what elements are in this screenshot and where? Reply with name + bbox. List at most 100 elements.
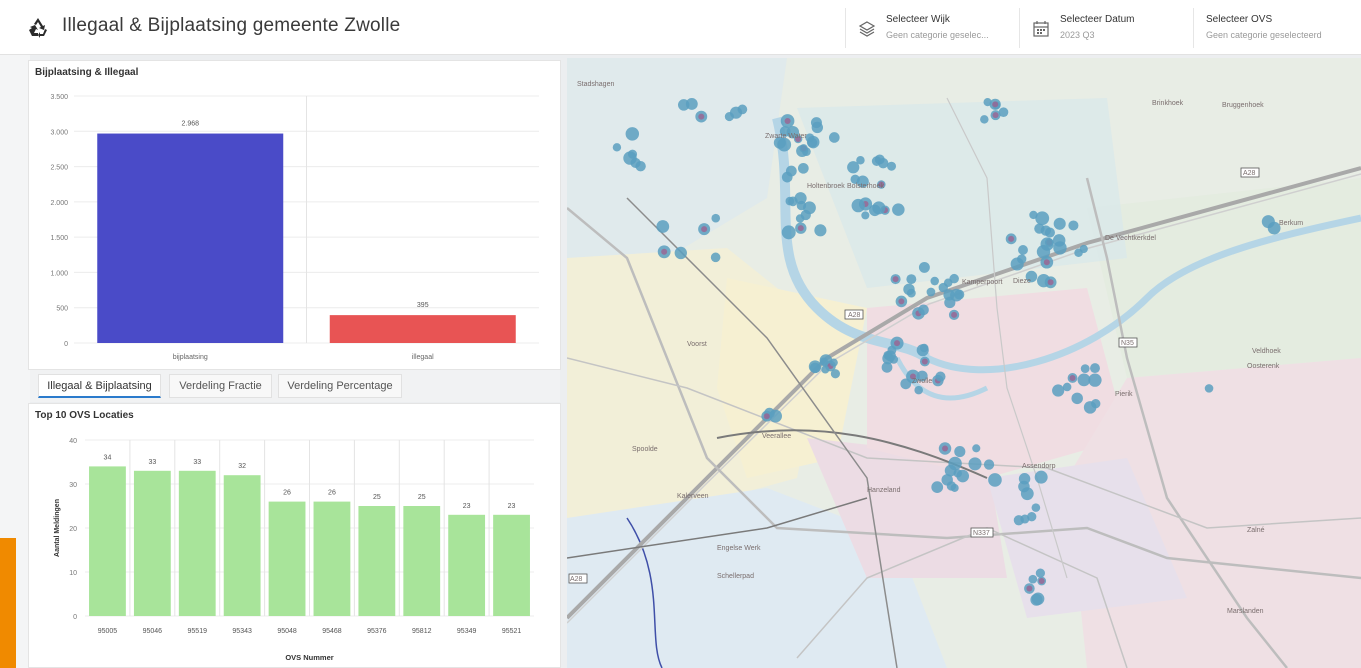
y-tick-label: 1.000 (50, 270, 68, 277)
hotspot-core (951, 311, 958, 318)
y-tick-label: 40 (69, 438, 77, 445)
hotspot-marker (889, 355, 899, 364)
ovs-selector[interactable]: Selecteer OVS Geen categorie geselecteer… (1193, 8, 1361, 48)
data-label: 33 (148, 459, 156, 466)
hotspot-marker (1074, 248, 1083, 258)
hotspot-marker (856, 155, 865, 165)
hotspot-marker (811, 121, 823, 134)
calendar-icon (1033, 21, 1049, 37)
hotspot-marker (988, 473, 1002, 487)
hotspot-core (661, 248, 668, 255)
app-title: Illegaal & Bijplaatsing gemeente Zwolle (62, 15, 401, 36)
map-label: N337 (973, 530, 990, 537)
top10-ovs-chart: 0 10 20 30 40 34 95005 33 95046 33 95519 32 95343 26 9… (54, 438, 534, 662)
layers-icon (858, 21, 876, 37)
map-label: Zalné (1247, 527, 1265, 534)
y-tick-label: 3.000 (50, 129, 68, 136)
accent-tab (0, 538, 16, 668)
map-label: Berkum (1279, 220, 1303, 227)
hotspot-core (763, 413, 770, 420)
x-tick-label: illegaal (412, 354, 434, 361)
recycle-icon (29, 18, 47, 38)
data-label: 33 (193, 459, 201, 466)
hotspot-marker (914, 385, 923, 395)
x-tick-label: 95349 (457, 628, 477, 635)
map-view[interactable]: Stadshagen Brinkhoek Bruggenhoek A28 Bolster… (567, 58, 1361, 668)
tab-verdeling-percentage[interactable]: Verdeling Percentage (278, 374, 402, 398)
hotspot-marker (1018, 244, 1028, 255)
hotspot-marker (729, 106, 743, 119)
hotspot-marker (900, 378, 912, 390)
map-label: Dieze (1013, 278, 1031, 285)
hotspot-marker (1018, 473, 1031, 485)
hotspot-marker (943, 289, 955, 301)
x-tick-label: 95048 (277, 628, 297, 635)
map-label: Marslanden (1227, 608, 1264, 615)
tab-verdeling-fractie[interactable]: Verdeling Fractie (169, 374, 272, 398)
y-tick-label: 3.500 (50, 94, 68, 101)
map-label: Oosterenk (1247, 363, 1280, 370)
bar-95005 (89, 466, 126, 616)
wijk-selector[interactable]: Selecteer Wijk Geen categorie geselec... (845, 8, 1017, 48)
hotspot-core (1047, 279, 1054, 286)
map-label: Zwolle (912, 378, 932, 385)
hotspot-marker (625, 127, 640, 141)
map-label: Kamperpoort (962, 279, 1003, 286)
hotspot-marker (1077, 373, 1091, 387)
bar-95046 (133, 470, 171, 616)
hotspot-marker (781, 225, 796, 240)
ovs-selector-value: Geen categorie geselecteerd (1206, 30, 1322, 40)
map-canvas[interactable]: Stadshagen Brinkhoek Bruggenhoek A28 Bolster… (567, 58, 1361, 668)
hotspot-marker (931, 481, 944, 494)
hotspot-marker (1031, 592, 1045, 606)
x-tick-label: 95343 (232, 628, 252, 635)
hotspot-marker (954, 289, 965, 300)
tab-illegaal-bijplaatsing[interactable]: Illegaal & Bijplaatsing (38, 374, 161, 398)
map-label: Voorst (687, 341, 707, 348)
map-label: A28 (1243, 170, 1256, 177)
y-axis-title: Aantal Meldingen (54, 499, 61, 557)
hotspot-marker (1053, 217, 1066, 230)
hotspot-core (992, 112, 999, 119)
datum-selector[interactable]: Selecteer Datum 2023 Q3 (1019, 8, 1191, 48)
hotspot-marker (918, 261, 930, 273)
hotspot-core (1026, 585, 1033, 592)
top10-ovs-card: Top 10 OVS Locaties 0 10 20 30 40 34 95005 33 95… (28, 403, 561, 668)
bar-bijplaatsing (97, 133, 284, 343)
hotspot-core (894, 340, 901, 347)
hotspot-marker (1261, 215, 1275, 229)
hotspot-marker (1020, 514, 1030, 524)
bar-95812 (403, 506, 441, 616)
hotspot-marker (983, 459, 995, 470)
hotspot-core (1038, 578, 1045, 585)
hotspot-marker (1080, 364, 1090, 373)
map-label: Kalerveen (677, 493, 709, 500)
bar-95376 (358, 506, 396, 616)
map-label: Bolsterhoek (847, 183, 884, 190)
hotspot-marker (821, 365, 830, 374)
hotspot-marker (1028, 574, 1038, 584)
hotspot-marker (685, 98, 698, 110)
hotspot-marker (828, 132, 840, 143)
hotspot-marker (1020, 487, 1034, 501)
hotspot-marker (674, 246, 687, 260)
map-label: Schellerpad (717, 573, 754, 580)
data-label: 25 (418, 494, 426, 501)
hotspot-marker (1052, 234, 1066, 247)
hotspot-core (898, 298, 905, 305)
x-axis-title: OVS Nummer (285, 653, 333, 662)
bar-95521 (493, 514, 530, 616)
hotspot-marker (710, 252, 721, 263)
x-tick-label: 95468 (322, 628, 342, 635)
app-header: Illegaal & Bijplaatsing gemeente Zwolle … (0, 0, 1361, 55)
hotspot-marker (796, 145, 809, 158)
hotspot-marker (1071, 392, 1083, 405)
hotspot-marker (972, 444, 981, 453)
wijk-selector-label: Selecteer Wijk (886, 14, 950, 25)
hotspot-marker (950, 483, 959, 492)
map-label: Assendorp (1022, 463, 1056, 470)
bijplaatsing-illegaal-chart: 0 500 1.000 1.500 2.000 2.500 3.000 3.500 2.968 b… (50, 94, 539, 361)
bar-95468 (313, 501, 351, 616)
y-tick-label: 0 (64, 341, 68, 348)
map-label: Pierik (1115, 391, 1133, 398)
